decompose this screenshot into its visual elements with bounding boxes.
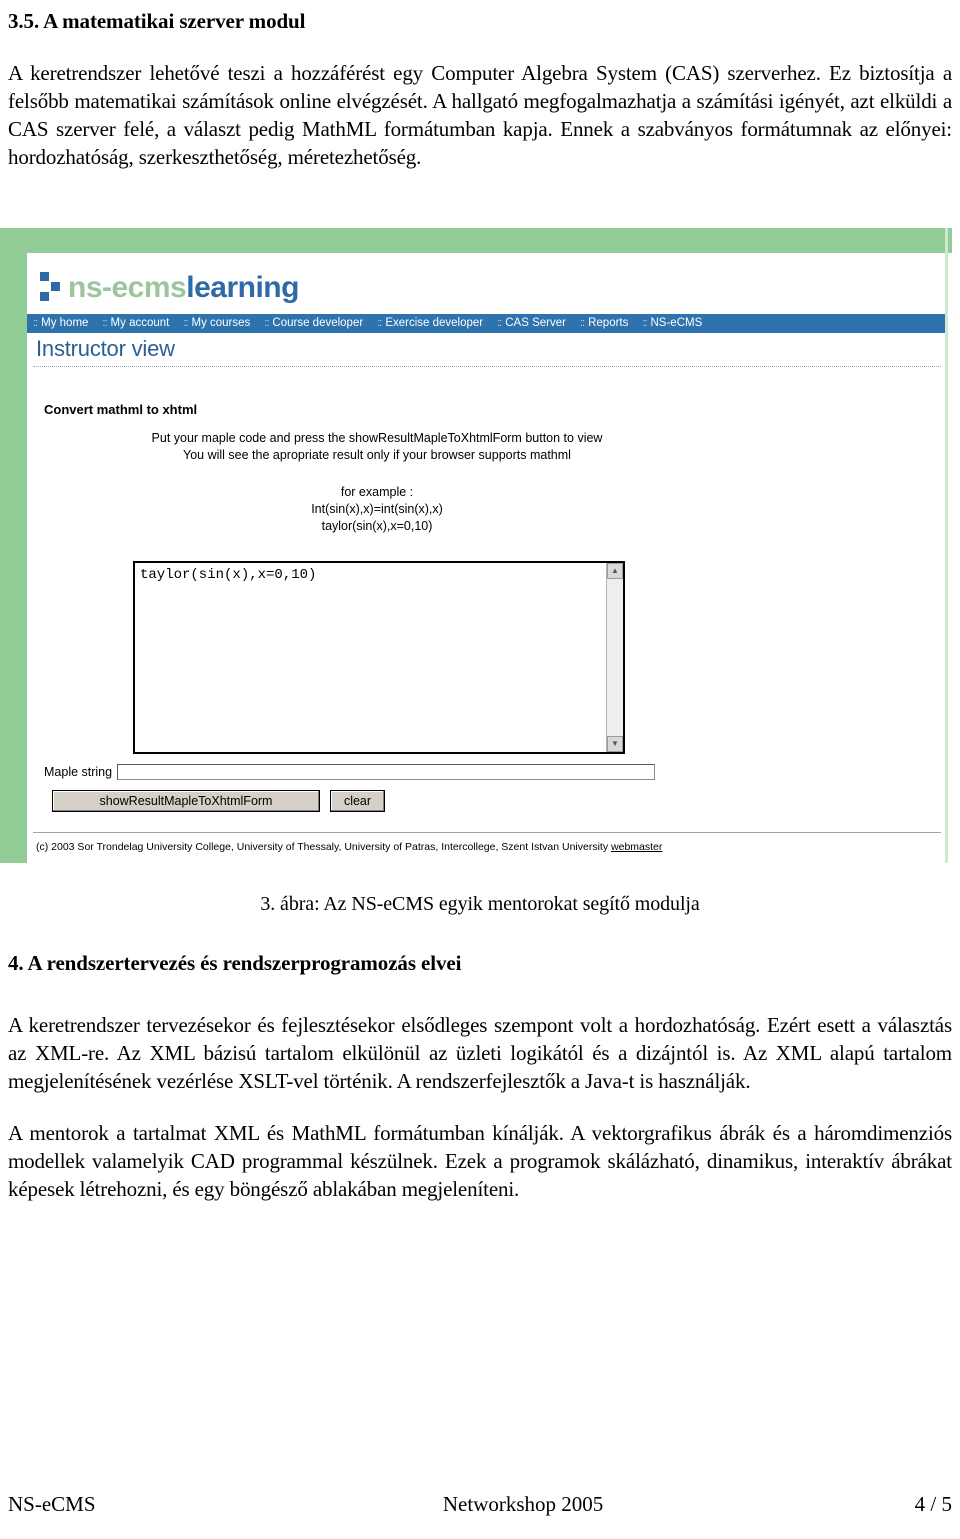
footer-page-number: 4 / 5 bbox=[914, 1492, 952, 1516]
footer-center: Networkshop 2005 bbox=[442, 1492, 604, 1516]
form-buttons: showResultMapleToXhtmlForm clear bbox=[52, 790, 385, 812]
page-title: Instructor view bbox=[36, 336, 175, 361]
section-heading-3-5: 3.5. A matematikai szerver modul bbox=[8, 9, 306, 33]
three-blue-squares-logo-icon bbox=[38, 270, 64, 304]
document-body-lower: 3. ábra: Az NS-eCMS egyik mentorokat seg… bbox=[8, 893, 952, 1204]
footer-divider bbox=[33, 832, 941, 833]
scroll-up-icon[interactable]: ▲ bbox=[607, 563, 623, 579]
nav-separator-icon: :: bbox=[102, 317, 107, 329]
main-navigation-bar: :: My home :: My account :: My courses :… bbox=[27, 314, 945, 333]
nav-separator-icon: :: bbox=[497, 317, 502, 329]
example-line-2: taylor(sin(x),x=0,10) bbox=[321, 518, 433, 533]
figure-caption: 3. ábra: Az NS-eCMS egyik mentorokat seg… bbox=[260, 893, 700, 915]
nav-item-course-developer[interactable]: :: Course developer bbox=[264, 316, 364, 330]
nav-item-label: Reports bbox=[588, 316, 629, 329]
nav-item-label: Course developer bbox=[272, 316, 364, 329]
footer-left: NS-eCMS bbox=[8, 1492, 96, 1516]
example-line-1: Int(sin(x),x)=int(sin(x),x) bbox=[311, 501, 443, 516]
clear-button[interactable]: clear bbox=[330, 790, 385, 812]
nav-item-my-account[interactable]: :: My account bbox=[102, 316, 170, 330]
nav-item-my-home[interactable]: :: My home bbox=[33, 316, 89, 330]
intro-paragraph: A keretrendszer lehetővé teszi a hozzáfé… bbox=[8, 61, 952, 170]
scroll-down-icon[interactable]: ▼ bbox=[607, 736, 623, 752]
nav-item-ns-ecms[interactable]: :: NS-eCMS bbox=[642, 316, 703, 330]
logo-name-light: ns-ecms bbox=[68, 271, 187, 304]
nav-item-cas-server[interactable]: :: CAS Server bbox=[497, 316, 566, 330]
maple-code-textarea[interactable]: taylor(sin(x),x=0,10) ▲ ▼ bbox=[133, 561, 625, 754]
nav-item-label: My home bbox=[41, 316, 89, 329]
section-heading-4: 4. A rendszertervezés és rendszerprogram… bbox=[8, 951, 462, 975]
instruction-line-2: You will see the apropriate result only … bbox=[183, 447, 571, 462]
body-paragraph-1: A keretrendszer tervezésekor és fejleszt… bbox=[8, 1013, 952, 1094]
nav-separator-icon: :: bbox=[642, 317, 647, 329]
nav-separator-icon: :: bbox=[264, 317, 269, 329]
nav-separator-icon: :: bbox=[33, 317, 38, 329]
logo-name-bold: learning bbox=[186, 271, 299, 304]
site-logo[interactable]: ns-ecmslearning bbox=[38, 260, 299, 304]
nav-separator-icon: :: bbox=[377, 317, 382, 329]
maple-string-input[interactable] bbox=[117, 764, 656, 780]
form-heading: Convert mathml to xhtml bbox=[44, 402, 198, 417]
nav-separator-icon: :: bbox=[183, 317, 188, 329]
textarea-value: taylor(sin(x),x=0,10) bbox=[140, 567, 317, 583]
nav-item-reports[interactable]: :: Reports bbox=[579, 316, 629, 330]
title-divider bbox=[33, 366, 941, 368]
nav-item-label: CAS Server bbox=[505, 316, 566, 329]
body-paragraph-2: A mentorok a tartalmat XML és MathML for… bbox=[8, 1121, 952, 1201]
copyright-text: (c) 2003 Sor Trondelag University Colleg… bbox=[36, 841, 612, 853]
maple-string-label: Maple string bbox=[44, 765, 113, 779]
show-result-button[interactable]: showResultMapleToXhtmlForm bbox=[52, 790, 320, 812]
nav-item-label: Exercise developer bbox=[385, 316, 484, 329]
instruction-line-1: Put your maple code and press the showRe… bbox=[151, 431, 603, 445]
nav-item-exercise-developer[interactable]: :: Exercise developer bbox=[377, 316, 484, 330]
textarea-scrollbar[interactable]: ▲ ▼ bbox=[606, 563, 623, 752]
document-body: 3.5. A matematikai szerver modul A keret… bbox=[8, 0, 952, 172]
form-examples: for example : Int(sin(x),x)=int(sin(x),x… bbox=[27, 484, 727, 535]
webmaster-link[interactable]: webmaster bbox=[611, 841, 662, 853]
nav-item-label: My courses bbox=[191, 316, 251, 329]
page-footer: NS-eCMS Networkshop 2005 4 / 5 bbox=[8, 1492, 952, 1517]
figure-screenshot: ns-ecmslearning :: My home :: My account… bbox=[0, 228, 952, 863]
form-instructions: Put your maple code and press the showRe… bbox=[27, 430, 727, 464]
green-top-band bbox=[0, 228, 952, 253]
example-label: for example : bbox=[340, 485, 414, 499]
nav-item-my-courses[interactable]: :: My courses bbox=[183, 316, 251, 330]
copyright-footer: (c) 2003 Sor Trondelag University Colleg… bbox=[36, 841, 662, 853]
nav-separator-icon: :: bbox=[579, 317, 585, 329]
nav-item-label: My account bbox=[110, 316, 170, 329]
panel-right-edge bbox=[945, 228, 948, 863]
maple-string-row: Maple string bbox=[44, 764, 656, 780]
green-left-band bbox=[0, 228, 27, 863]
nav-item-label: NS-eCMS bbox=[650, 316, 703, 329]
